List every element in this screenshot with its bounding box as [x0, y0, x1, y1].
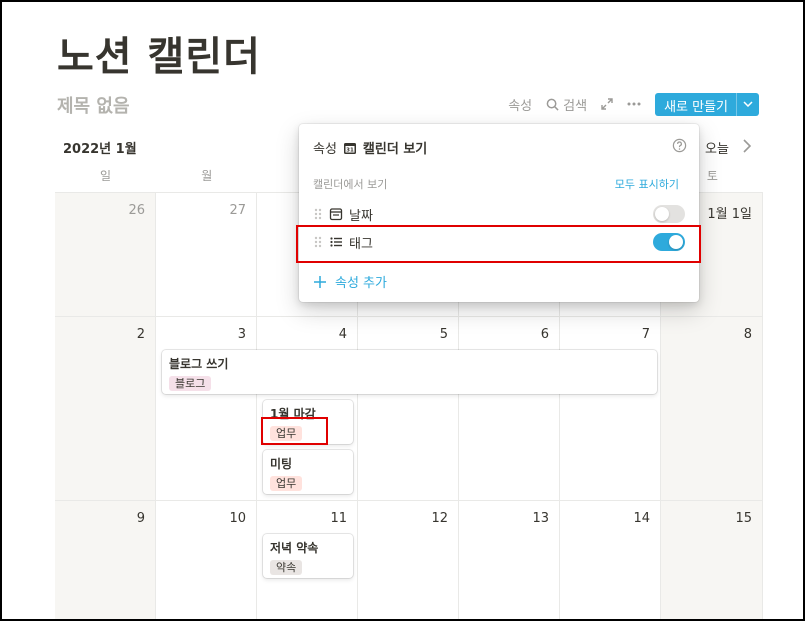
day-number: 15 [735, 511, 752, 526]
event-card-deadline[interactable]: 1월 마감 업무 [263, 400, 353, 444]
event-card-blog[interactable]: 블로그 쓰기 블로그 [162, 350, 657, 394]
new-button[interactable]: 새로 만들기 [655, 92, 759, 116]
day-cell[interactable]: 15 [661, 501, 763, 619]
month-label: 2022년 1월 [63, 142, 137, 157]
day-cell[interactable]: 13 [459, 501, 560, 619]
day-number: 8 [743, 327, 752, 342]
day-number: 5 [439, 327, 448, 342]
property-row-date[interactable]: 날짜 [313, 202, 685, 226]
event-tag: 업무 [270, 476, 303, 491]
event-title: 미팅 [270, 457, 293, 471]
day-cell[interactable]: 7 [560, 317, 661, 501]
event-title: 1월 마감 [270, 407, 316, 421]
toggle-knob [655, 207, 669, 221]
day-number: 13 [532, 511, 549, 526]
chevron-down-icon [743, 101, 753, 107]
day-number: 9 [136, 511, 145, 526]
day-number: 11 [330, 511, 347, 526]
tag-visibility-toggle[interactable] [653, 233, 685, 251]
day-cell[interactable]: 9 [55, 501, 156, 619]
popup-header-label: 속성 [313, 142, 337, 157]
day-number: 4 [338, 327, 347, 342]
popup-header: 속성 31 캘린더 보기 [313, 138, 427, 157]
search-label: 검색 [563, 98, 588, 114]
drag-handle-icon[interactable] [313, 207, 323, 221]
day-cell[interactable]: 8 [661, 317, 763, 501]
list-property-icon [330, 237, 342, 247]
day-cell[interactable]: 6 [459, 317, 560, 501]
show-all-button[interactable]: 모두 표시하기 [615, 176, 679, 192]
toolbar: 속성 검색 새로 만들기 [508, 92, 759, 116]
day-cell[interactable]: 3 [156, 317, 257, 501]
event-card-dinner[interactable]: 저녁 약속 약속 [263, 534, 353, 578]
plus-icon [314, 275, 326, 288]
calendar-icon: 31 [343, 142, 356, 154]
help-icon [672, 138, 687, 153]
next-month-button[interactable] [743, 138, 752, 157]
day-number: 10 [229, 511, 246, 526]
day-number: 2 [136, 327, 145, 342]
event-tag: 블로그 [169, 376, 212, 391]
page-title: 노션 캘린더 [57, 34, 261, 80]
section-label: 캘린더에서 보기 [313, 178, 388, 191]
date-visibility-toggle[interactable] [653, 205, 685, 223]
date-property-icon [329, 208, 343, 221]
event-title: 저녁 약속 [270, 541, 319, 555]
add-property-button[interactable]: 속성 추가 [313, 272, 387, 291]
day-cell[interactable]: 2 [55, 317, 156, 501]
event-tag: 업무 [270, 426, 303, 441]
more-button[interactable] [627, 102, 641, 106]
add-property-label: 속성 추가 [335, 276, 387, 291]
weekday-sun: 일 [100, 169, 112, 183]
more-icon [627, 102, 641, 106]
event-title: 블로그 쓰기 [169, 357, 229, 371]
expand-icon [601, 98, 613, 110]
day-number: 7 [641, 327, 650, 342]
toggle-knob [669, 235, 683, 249]
properties-button[interactable]: 속성 [508, 95, 532, 114]
day-cell[interactable]: 5 [358, 317, 459, 501]
event-tag: 약속 [270, 560, 303, 575]
new-button-dropdown[interactable] [737, 93, 759, 116]
event-card-meeting[interactable]: 미팅 업무 [263, 450, 353, 494]
app-frame: 노션 캘린더 제목 없음 속성 검색 새로 만들기 2022년 1월 오늘 일 … [0, 0, 805, 621]
search-button[interactable]: 검색 [546, 95, 587, 114]
day-cell[interactable]: 27 [156, 193, 257, 317]
day-cell[interactable]: 12 [358, 501, 459, 619]
day-number: 6 [540, 327, 549, 342]
today-button[interactable]: 오늘 [705, 138, 729, 157]
expand-button[interactable] [601, 98, 613, 110]
new-button-label[interactable]: 새로 만들기 [655, 92, 737, 116]
svg-text:31: 31 [346, 147, 354, 153]
day-number: 14 [633, 511, 650, 526]
property-row-tag[interactable]: 태그 [313, 230, 685, 254]
chevron-right-icon [743, 139, 752, 153]
property-label: 날짜 [349, 208, 373, 224]
properties-popup: 속성 31 캘린더 보기 캘린더에서 보기 모두 표시하기 날짜 태그 속성 추… [299, 124, 699, 302]
drag-handle-icon[interactable] [313, 235, 323, 249]
weekday-mon: 월 [201, 169, 213, 183]
view-title[interactable]: 제목 없음 [57, 92, 130, 118]
day-number: 3 [237, 327, 246, 342]
popup-view-name: 캘린더 보기 [362, 142, 428, 157]
day-cell[interactable]: 14 [560, 501, 661, 619]
search-icon [546, 98, 559, 111]
day-cell[interactable]: 26 [55, 193, 156, 317]
day-number: 26 [128, 203, 145, 218]
day-cell[interactable]: 10 [156, 501, 257, 619]
day-number: 27 [229, 203, 246, 218]
day-number: 1월 1일 [707, 207, 752, 222]
property-label: 태그 [349, 236, 373, 252]
day-number: 12 [431, 511, 448, 526]
help-button[interactable] [672, 138, 687, 157]
